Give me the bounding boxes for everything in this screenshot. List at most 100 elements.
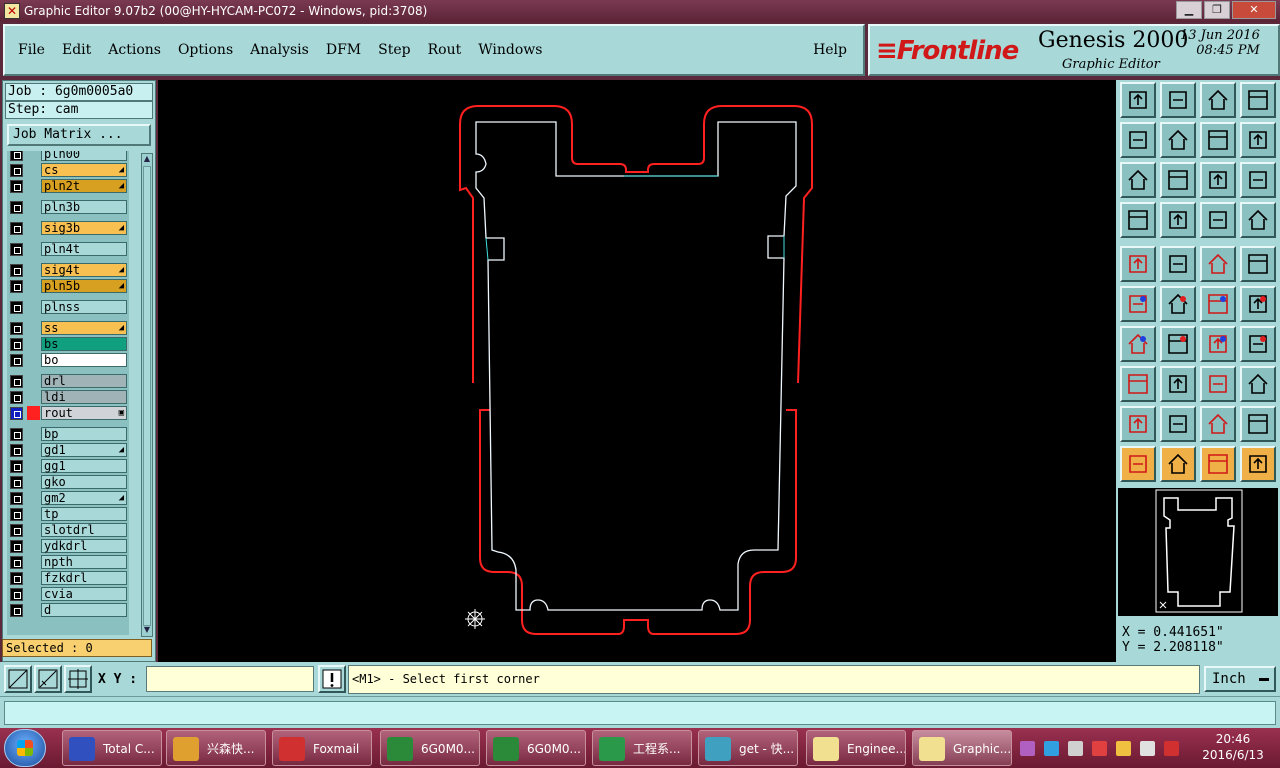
layer-name[interactable]: cs ◢ (41, 163, 127, 177)
layer-checkbox[interactable] (10, 444, 23, 457)
triangle-up-icon[interactable] (1160, 406, 1196, 442)
layer-row[interactable]: npth (7, 555, 129, 569)
layer-checkbox[interactable] (10, 322, 23, 335)
ruler-icon[interactable] (1200, 246, 1236, 282)
scroll-down-icon[interactable]: ▼ (142, 625, 152, 636)
menu-file[interactable]: File (18, 42, 45, 58)
flip-icon[interactable] (1240, 326, 1276, 362)
tray-volume-icon[interactable] (1140, 741, 1155, 756)
xy-input[interactable] (146, 666, 314, 692)
measure-icon[interactable] (34, 665, 62, 693)
layer-checkbox[interactable] (10, 407, 23, 420)
minimize-button[interactable]: ▁ (1176, 1, 1202, 19)
layer-name[interactable]: gd1 ◢ (41, 443, 127, 457)
taskbar-item[interactable]: 6G0M0... (380, 730, 480, 766)
grid-toggle-icon[interactable] (1160, 202, 1196, 238)
layer-row[interactable]: pln2t ◢ (7, 179, 129, 193)
layer-checkbox[interactable] (10, 201, 23, 214)
snap-pad-icon[interactable] (1120, 366, 1156, 402)
menu-actions[interactable]: Actions (108, 42, 161, 58)
layer-row[interactable]: bo (7, 353, 129, 367)
layer-checkbox[interactable] (10, 588, 23, 601)
taskbar-item[interactable]: 工程系... (592, 730, 692, 766)
layer-up-icon[interactable] (1120, 82, 1156, 118)
layer-name[interactable]: gm2 ◢ (41, 491, 127, 505)
taskbar-item[interactable]: Total C... (62, 730, 162, 766)
layer-checkbox[interactable] (10, 280, 23, 293)
close-button[interactable]: ✕ (1232, 1, 1276, 19)
window-title-bar[interactable]: ✕ Graphic Editor 9.07b2 (00@HY-HYCAM-PC0… (0, 0, 1280, 22)
layer-row[interactable]: gko (7, 475, 129, 489)
layer-name[interactable]: plnss (41, 300, 127, 314)
layer-name[interactable]: pln5b ◢ (41, 279, 127, 293)
layer-checkbox[interactable] (10, 604, 23, 617)
window-icon[interactable] (1240, 82, 1276, 118)
zoom-fit-icon[interactable] (1120, 162, 1156, 198)
menu-edit[interactable]: Edit (62, 42, 91, 58)
tray-feather-icon[interactable] (1044, 741, 1059, 756)
grid-icon[interactable] (64, 665, 92, 693)
layer-name[interactable]: cvia (41, 587, 127, 601)
layer-row[interactable]: ss ◢ (7, 321, 129, 335)
layer-row[interactable]: tp (7, 507, 129, 521)
taskbar-item[interactable]: 兴森快... (166, 730, 266, 766)
pointer-rotate-icon[interactable] (1200, 446, 1236, 482)
pointer-select-icon[interactable] (1160, 446, 1196, 482)
connect-icon[interactable] (1120, 286, 1156, 322)
tray-shield-icon[interactable] (1092, 741, 1107, 756)
layer-name[interactable]: pln00 (41, 151, 127, 161)
layer-name[interactable]: gg1 (41, 459, 127, 473)
route-path-icon[interactable] (1240, 446, 1276, 482)
graphic-canvas[interactable] (158, 80, 1116, 662)
layer-row[interactable]: pln4t (7, 242, 129, 256)
layer-scrollbar[interactable]: ▲ ▼ (141, 153, 153, 637)
layer-name[interactable]: bo (41, 353, 127, 367)
layer-row[interactable]: slotdrl (7, 523, 129, 537)
taskbar-item[interactable]: Graphic... (912, 730, 1012, 766)
taskbar-item[interactable]: Foxmail (272, 730, 372, 766)
arc-icon[interactable] (1200, 326, 1236, 362)
select-obj-icon[interactable] (1120, 246, 1156, 282)
layer-name[interactable]: drl (41, 374, 127, 388)
move-left-icon[interactable] (1120, 122, 1156, 158)
units-dropdown[interactable]: Inch (1204, 666, 1276, 692)
layer-checkbox[interactable] (10, 460, 23, 473)
cluster-icon[interactable] (1240, 366, 1276, 402)
tray-app-icon[interactable] (1020, 741, 1035, 756)
layer-name[interactable]: sig4t ◢ (41, 263, 127, 277)
tray-warning-icon[interactable] (1116, 741, 1131, 756)
cut-line-icon[interactable] (1160, 366, 1196, 402)
layer-checkbox[interactable] (10, 164, 23, 177)
layer-name[interactable]: bp (41, 427, 127, 441)
start-button[interactable] (4, 729, 46, 767)
layer-row[interactable]: pln3b (7, 200, 129, 214)
step-icon[interactable] (1240, 122, 1276, 158)
layer-name[interactable]: bs (41, 337, 127, 351)
measure-box-icon[interactable] (1200, 366, 1236, 402)
scroll-thumb[interactable] (143, 166, 151, 626)
layer-row[interactable]: sig3b ◢ (7, 221, 129, 235)
layer-row[interactable]: sig4t ◢ (7, 263, 129, 277)
layer-row[interactable]: ydkdrl (7, 539, 129, 553)
help-icon[interactable] (1240, 162, 1276, 198)
menu-rout[interactable]: Rout (428, 42, 462, 58)
layer-down-icon[interactable] (1160, 82, 1196, 118)
overview-map[interactable] (1118, 488, 1278, 616)
net-compare-icon[interactable] (1240, 202, 1276, 238)
tray-network-icon[interactable] (1068, 741, 1083, 756)
pointer-icon[interactable] (1120, 446, 1156, 482)
taskbar-item[interactable]: get - 快... (698, 730, 798, 766)
layer-row[interactable]: ldi (7, 390, 129, 404)
net-view-icon[interactable] (1200, 202, 1236, 238)
layer-checkbox[interactable] (10, 264, 23, 277)
layer-checkbox[interactable] (10, 476, 23, 489)
taskbar-clock[interactable]: 20:46 2016/6/13 (1198, 731, 1268, 763)
layer-row[interactable]: pln5b ◢ (7, 279, 129, 293)
layer-checkbox[interactable] (10, 180, 23, 193)
triangle-icon[interactable] (1120, 406, 1156, 442)
arch-icon[interactable] (1200, 406, 1236, 442)
layer-checkbox[interactable] (10, 354, 23, 367)
undo-icon[interactable] (1200, 122, 1236, 158)
edit-shape-icon[interactable] (1160, 246, 1196, 282)
layer-checkbox[interactable] (10, 375, 23, 388)
